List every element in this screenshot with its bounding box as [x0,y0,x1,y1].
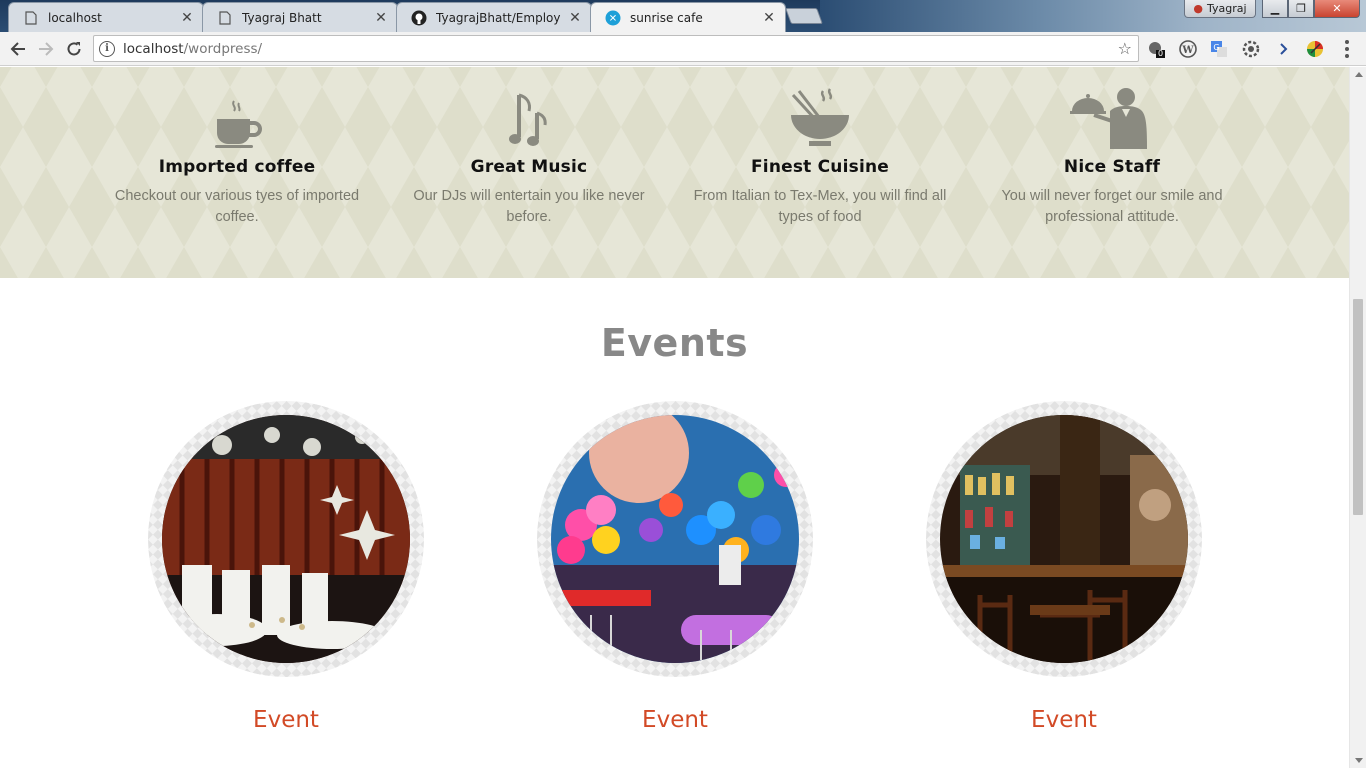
wordpress-icon: ✕ [605,10,621,26]
color-picker-icon[interactable] [1305,39,1325,59]
reload-icon [67,42,81,56]
restaurant-bar-photo[interactable] [940,415,1188,663]
feature-description: You will never forget our smile and prof… [1001,188,1223,225]
tab-sunrise-cafe[interactable]: ✕ sunrise cafe ✕ [590,2,786,32]
page-icon [23,10,39,26]
site-info-icon[interactable]: i [99,40,115,57]
feature-title: Great Music [470,157,588,177]
svg-text:G: G [1213,43,1219,52]
browser-toolbar: i localhost/wordpress/ ☆ 0 W G [0,32,1366,66]
close-tab-icon[interactable]: ✕ [373,10,389,26]
restore-button[interactable]: ❐ [1288,0,1314,18]
minimize-button[interactable]: ▁ [1262,0,1288,18]
tab-tyagraj-bhatt[interactable]: Tyagraj Bhatt ✕ [202,2,398,32]
new-tab-button[interactable] [785,8,823,24]
tab-github[interactable]: TyagrajBhatt/Employee-t ✕ [396,2,592,32]
tab-title: Tyagraj Bhatt [242,10,322,25]
event-card[interactable] [926,401,1202,677]
profile-button[interactable]: ● Tyagraj [1184,0,1256,18]
svg-text:✕: ✕ [609,14,617,25]
forward-button[interactable] [34,37,58,61]
settings-gear-icon[interactable] [1241,39,1261,59]
forward-arrow-icon [39,42,54,56]
tab-title: sunrise cafe [630,11,703,25]
coffee-cup-icon [91,79,383,149]
page-icon [217,10,233,26]
wordpress-extension-icon[interactable]: W [1178,39,1198,59]
scrollbar-thumb[interactable] [1353,299,1363,515]
event-title[interactable]: Event [537,707,813,733]
back-arrow-icon [10,42,25,56]
page-viewport: Imported coffee Checkout our various tye… [0,67,1349,768]
profile-name: Tyagraj [1207,2,1247,15]
tab-title: TyagrajBhatt/Employee-t [436,10,561,25]
tab-title: localhost [48,10,102,25]
reload-button[interactable] [62,37,86,61]
close-tab-icon[interactable]: ✕ [179,10,195,26]
browser-tab-strip: localhost ✕ Tyagraj Bhatt ✕ TyagrajBhatt… [0,0,1366,32]
chevron-extension-icon[interactable] [1273,39,1293,59]
extension-badge: 0 [1158,49,1164,58]
balloon-party-photo[interactable] [551,415,799,663]
extension-icon[interactable]: 0 [1146,39,1166,59]
event-title[interactable]: Event [926,707,1202,733]
browser-menu-icon[interactable] [1344,40,1350,58]
back-button[interactable] [6,37,30,61]
music-note-icon [383,79,675,149]
scroll-up-icon[interactable] [1355,72,1363,77]
feature-description: Checkout our various tyes of imported co… [114,188,360,225]
close-window-button[interactable]: ✕ [1314,0,1360,18]
github-icon [411,10,427,26]
close-tab-icon[interactable]: ✕ [761,10,777,26]
feature-title: Nice Staff [1063,157,1161,177]
svg-text:W: W [1181,45,1194,56]
address-bar[interactable]: i localhost/wordpress/ ☆ [93,35,1139,62]
profile-icon: ● [1193,2,1204,15]
feature-title: Imported coffee [158,157,316,177]
feature-title: Finest Cuisine [750,157,890,177]
page-scrollbar[interactable] [1349,67,1366,768]
feature-description: Our DJs will entertain you like never be… [413,188,645,225]
events-heading: Events [600,321,749,365]
banquet-hall-photo[interactable] [162,415,410,663]
event-card[interactable] [148,401,424,677]
event-title[interactable]: Event [148,707,424,733]
food-bowl-icon [674,79,966,149]
scroll-down-icon[interactable] [1355,758,1363,763]
url-text[interactable]: localhost/wordpress/ [123,41,262,57]
event-card[interactable] [537,401,813,677]
waiter-icon [966,79,1258,149]
translate-icon[interactable]: G [1209,39,1229,59]
features-section: Imported coffee Checkout our various tye… [0,67,1349,278]
bookmark-star-icon[interactable]: ☆ [1118,39,1132,58]
feature-description: From Italian to Tex-Mex, you will find a… [693,188,947,225]
tab-localhost[interactable]: localhost ✕ [8,2,204,32]
close-tab-icon[interactable]: ✕ [567,10,583,26]
